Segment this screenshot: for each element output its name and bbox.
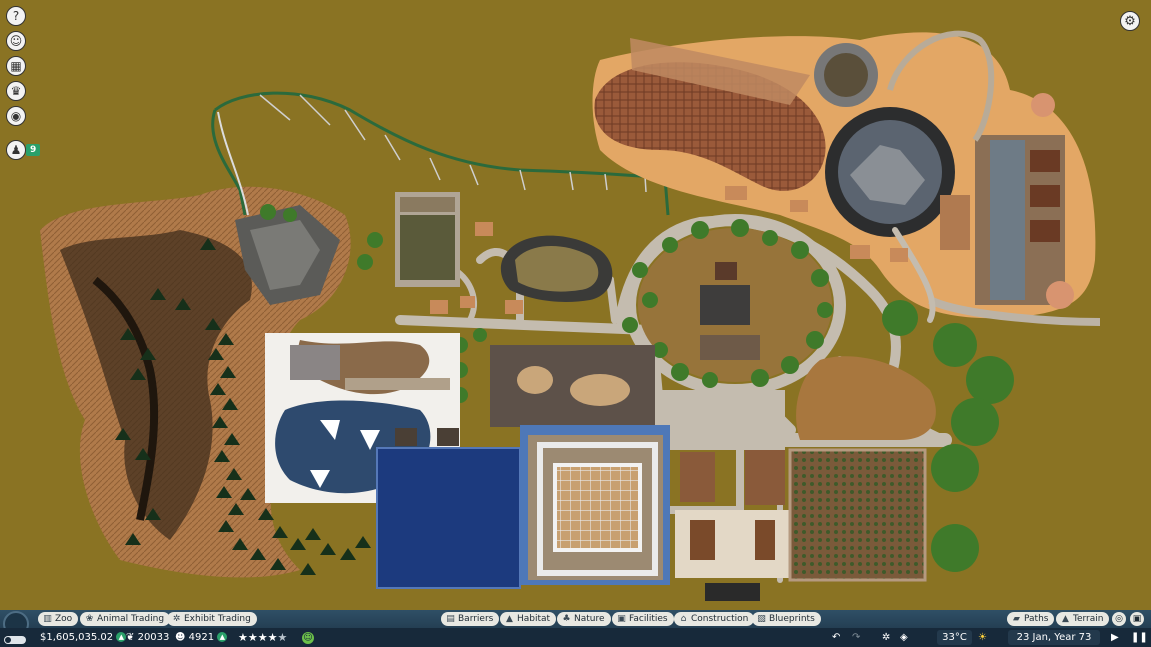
tab-nature[interactable]: ♣ Nature	[557, 612, 611, 626]
date-value: 23 Jan, Year 73	[1016, 632, 1092, 643]
guest-icon[interactable]: ☺	[6, 31, 26, 51]
camera-icon[interactable]: ▣	[1130, 612, 1144, 626]
redo-icon[interactable]: ↷	[852, 631, 860, 644]
tab-paths[interactable]: ▰ Paths	[1007, 612, 1055, 626]
tab-animal-trading[interactable]: ❀ Animal Trading	[80, 612, 171, 626]
date-display: 23 Jan, Year 73	[1008, 630, 1100, 645]
lake-habitat	[490, 345, 655, 427]
tab-label: Nature	[574, 614, 605, 624]
tab-label: Blueprints	[769, 614, 815, 624]
tab-label: Facilities	[629, 614, 668, 624]
speed-toggle[interactable]	[4, 636, 26, 644]
blueprint-icon: ▧	[757, 614, 766, 624]
trend-up-icon: ▲	[116, 632, 127, 642]
help-icon[interactable]: ?	[6, 6, 26, 26]
palette-icon[interactable]: ✲	[882, 631, 890, 644]
gear-icon[interactable]: ⚙	[1120, 11, 1140, 31]
zoo-rating-stars: ★★★★★	[238, 631, 288, 644]
guests-icon: ☻	[175, 632, 186, 643]
staff-count-badge: 9	[26, 144, 41, 156]
tab-label: Construction	[691, 614, 749, 624]
status-bar: $1,605,035.02 ▲ ❦ 20033 ☻ 4921 ▲ ★★★★★ ☺…	[0, 628, 1151, 647]
leaf-icon: ❦	[126, 632, 135, 643]
view-icon[interactable]: ◉	[6, 106, 26, 126]
money-display: $1,605,035.02 ▲	[40, 631, 127, 644]
tab-label: Terrain	[1073, 614, 1104, 624]
temperature-display: 33°C	[937, 630, 972, 645]
tab-construction[interactable]: ⌂ Construction	[674, 612, 755, 626]
guest-count-display: ☻ 4921 ▲	[175, 631, 228, 644]
sun-icon: ☀	[978, 632, 987, 643]
play-icon[interactable]: ▶	[1111, 631, 1119, 644]
paths-icon: ▰	[1013, 614, 1020, 624]
facilities-icon: ▣	[617, 614, 626, 624]
aquarium-pool	[377, 448, 520, 588]
trophy-icon[interactable]: ♛	[6, 81, 26, 101]
pause-icon[interactable]: ❚❚	[1131, 631, 1148, 644]
tab-habitat[interactable]: ▲ Habitat	[500, 612, 557, 626]
barrier-icon: ▤	[446, 614, 455, 624]
tab-barriers[interactable]: ▤ Barriers	[441, 612, 500, 626]
paw-icon: ❀	[85, 614, 94, 624]
zoo-icon: ▥	[43, 614, 52, 624]
terrain-icon: ▲	[1062, 614, 1069, 624]
tab-blueprints[interactable]: ▧ Blueprints	[752, 612, 821, 626]
habitat-icon: ▲	[506, 614, 513, 624]
calendar-icon[interactable]: ▦	[6, 56, 26, 76]
undo-icon[interactable]: ↶	[832, 631, 840, 644]
tab-label: Exhibit Trading	[184, 614, 251, 624]
tab-label: Barriers	[458, 614, 494, 624]
tab-label: Paths	[1024, 614, 1049, 624]
credits-value: 20033	[137, 632, 170, 643]
construction-icon: ⌂	[680, 614, 687, 624]
tab-label: Habitat	[517, 614, 551, 624]
trend-up-icon: ▲	[217, 632, 228, 642]
tree-icon: ♣	[562, 614, 571, 624]
lizard-icon: ✲	[172, 614, 181, 624]
tab-facilities[interactable]: ▣ Facilities	[612, 612, 674, 626]
tab-terrain[interactable]: ▲ Terrain	[1056, 612, 1110, 626]
hide-icon[interactable]: ◎	[1112, 612, 1126, 626]
glass-building	[520, 425, 670, 585]
staff-icon[interactable]: ♟	[6, 140, 26, 160]
tab-zoo[interactable]: ▥ Zoo	[38, 612, 79, 626]
research-icon[interactable]: ◈	[900, 631, 908, 644]
guests-value: 4921	[188, 632, 215, 643]
toolbar-tabs: ▥ Zoo ❀ Animal Trading ✲ Exhibit Trading ▤ B…	[0, 610, 1151, 628]
conservation-credits-display: ❦ 20033	[126, 631, 169, 644]
money-value: $1,605,035.02	[40, 632, 114, 643]
tab-exhibit-trading[interactable]: ✲ Exhibit Trading	[167, 612, 257, 626]
farm-plots	[790, 450, 925, 580]
happy-face-icon: ☺	[302, 632, 314, 644]
zoo-map[interactable]	[0, 0, 1151, 610]
temperature-value: 33°C	[942, 632, 967, 643]
tab-label: Zoo	[55, 614, 73, 624]
tab-label: Animal Trading	[97, 614, 165, 624]
